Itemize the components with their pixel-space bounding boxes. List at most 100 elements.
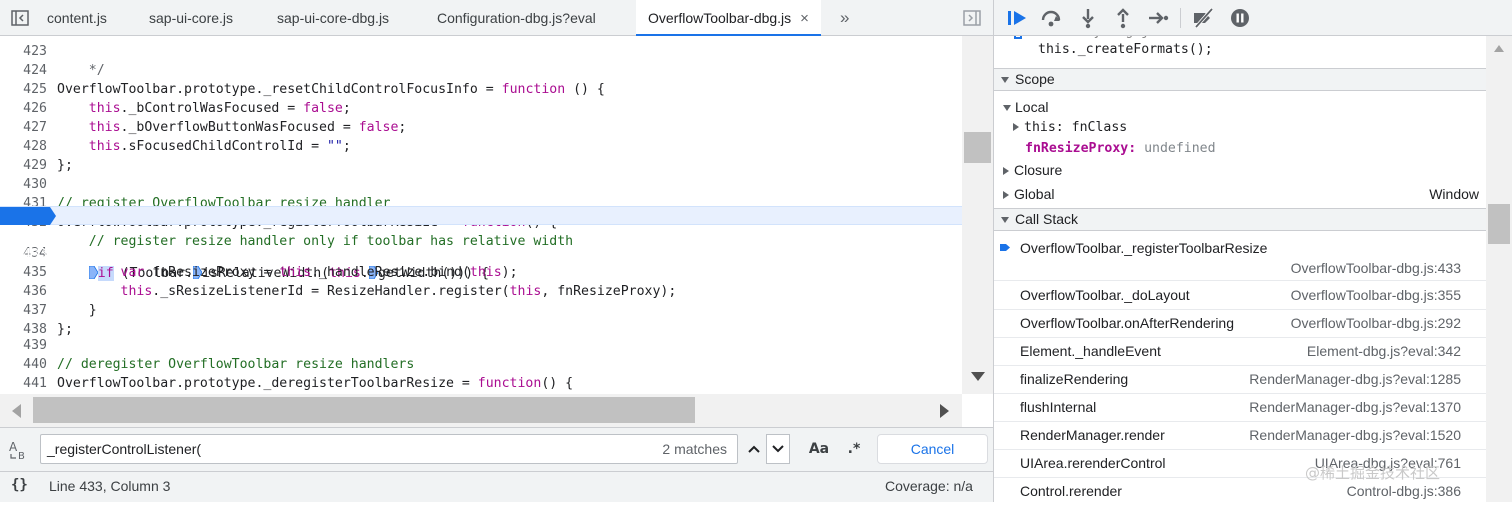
code-line: 428 };: [0, 118, 962, 173]
code-line: 430 // register OverflowToolbar resize h…: [0, 156, 962, 211]
tab-content-js[interactable]: content.js: [47, 0, 107, 35]
scope-title: Local: [1015, 99, 1049, 115]
code-line: 426 this._bOverflowButtonWasFocused = fa…: [0, 80, 962, 135]
scope-global[interactable]: Global Window: [1003, 184, 1479, 204]
resume-icon[interactable]: [1006, 7, 1028, 29]
callstack-frame[interactable]: OverflowToolbar._doLayout OverflowToolbar…: [994, 282, 1486, 310]
scroll-right-icon[interactable]: [940, 404, 950, 418]
source-tab-bar: content.js sap-ui-core.js sap-ui-core-db…: [0, 0, 993, 36]
line-number: 433: [23, 247, 47, 262]
property-name: this:: [1024, 120, 1064, 135]
chevron-down-icon: [772, 445, 784, 453]
section-title: Call Stack: [1015, 211, 1079, 227]
toggle-debugger-icon[interactable]: [962, 8, 982, 28]
editor-horizontal-scrollbar[interactable]: [0, 394, 962, 427]
regex-button[interactable]: .*: [841, 434, 867, 464]
code-editor[interactable]: 423 */ 424 OverflowToolbar.prototype._re…: [0, 36, 962, 394]
frame-location: RenderManager-dbg.js?eval:1285: [1249, 371, 1461, 387]
svg-text:A: A: [9, 440, 18, 454]
code-line: 439 // deregister OverflowToolbar resize…: [0, 317, 962, 372]
pause-on-exceptions-icon[interactable]: [1229, 7, 1251, 29]
property-value: fnClass: [1071, 120, 1128, 135]
code-line: 429: [0, 137, 962, 173]
cursor-position: Line 433, Column 3: [49, 478, 171, 494]
property-value: undefined: [1144, 141, 1216, 156]
property-name: fnResizeProxy:: [1025, 141, 1137, 156]
scope-local[interactable]: Local: [1003, 97, 1048, 117]
search-match-count: 2 matches: [662, 441, 727, 457]
frame-name: OverflowToolbar._doLayout: [1020, 287, 1190, 303]
scope-section-header[interactable]: Scope: [994, 68, 1486, 91]
toggle-navigator-icon[interactable]: [10, 8, 30, 28]
code-line: 441 if (this._sResizeListenerId) {: [0, 355, 962, 391]
breakpoint-marker-icon[interactable]: [0, 207, 57, 225]
watch-snippet: Currency-dbg.js?eval: this._createFormat…: [994, 36, 1486, 67]
frame-name: flushInternal: [1020, 399, 1097, 415]
code-line: 424 OverflowToolbar.prototype._resetChil…: [0, 42, 962, 97]
frame-location: Element-dbg.js?eval:342: [1306, 343, 1461, 359]
step-icon[interactable]: [1147, 7, 1169, 29]
scroll-up-icon[interactable]: [1494, 44, 1504, 52]
coverage-status[interactable]: Coverage: n/a: [885, 478, 973, 494]
tab-label: OverflowToolbar-dbg.js: [648, 10, 792, 26]
code-line: 440 OverflowToolbar.prototype._deregiste…: [0, 336, 962, 391]
chevron-up-icon: [748, 445, 760, 453]
frame-location: OverflowToolbar-dbg.js:292: [1290, 315, 1461, 331]
scope-title: Closure: [1014, 162, 1063, 178]
frame-location: RenderManager-dbg.js?eval:1520: [1249, 427, 1461, 443]
tab-sap-ui-core-js[interactable]: sap-ui-core.js: [149, 0, 233, 35]
step-into-icon[interactable]: [1077, 7, 1099, 29]
cancel-button[interactable]: Cancel: [877, 434, 988, 464]
scope-closure[interactable]: Closure: [1003, 160, 1062, 180]
deactivate-breakpoints-icon[interactable]: [1192, 7, 1214, 29]
scope-title: Global: [1014, 186, 1055, 202]
source-editor-pane: content.js sap-ui-core.js sap-ui-core-db…: [0, 0, 993, 502]
scope-this[interactable]: this: fnClass: [1013, 118, 1127, 138]
code-line: 425 this._bControlWasFocused = false;: [0, 61, 962, 116]
callstack-frame[interactable]: flushInternal RenderManager-dbg.js?eval:1…: [994, 394, 1486, 422]
current-frame-arrow-icon: [1000, 244, 1010, 251]
frame-location: OverflowToolbar-dbg.js:433: [1290, 260, 1461, 276]
clipped-text: Currency-dbg.js?eval:: [1038, 36, 1205, 39]
search-input[interactable]: _registerControlListener( 2 matches: [40, 434, 738, 464]
replace-toggle-icon[interactable]: A B: [8, 439, 30, 461]
callstack-frame[interactable]: Element._handleEvent Element-dbg.js?eval:…: [994, 338, 1486, 366]
scroll-down-icon[interactable]: [971, 372, 985, 382]
tab-overflowtoolbar-dbg-js[interactable]: OverflowToolbar-dbg.js ×: [636, 0, 821, 36]
match-case-button[interactable]: Aa: [806, 434, 832, 464]
scrollbar-thumb[interactable]: [964, 132, 991, 163]
debugger-vertical-scrollbar[interactable]: [1486, 36, 1512, 502]
search-query: _registerControlListener(: [47, 441, 202, 457]
frame-marker-icon: [1014, 36, 1022, 39]
callstack-section-header[interactable]: Call Stack: [994, 208, 1486, 231]
frame-location: OverflowToolbar-dbg.js:355: [1290, 287, 1461, 303]
scrollbar-thumb[interactable]: [33, 397, 695, 423]
scrollbar-thumb[interactable]: [1488, 204, 1510, 244]
next-match-button[interactable]: [766, 434, 790, 464]
tab-sap-ui-core-dbg-js[interactable]: sap-ui-core-dbg.js: [277, 0, 389, 35]
frame-name: Element._handleEvent: [1020, 343, 1161, 359]
scroll-left-icon[interactable]: [11, 404, 21, 418]
editor-vertical-scrollbar[interactable]: [962, 36, 993, 394]
tab-configuration-dbg-js[interactable]: Configuration-dbg.js?eval: [437, 0, 596, 35]
frame-name: finalizeRendering: [1020, 371, 1129, 387]
svg-text:B: B: [18, 451, 25, 461]
close-tab-icon[interactable]: ×: [800, 10, 809, 27]
pretty-print-button[interactable]: {}: [11, 477, 28, 493]
scope-fnresizeproxy[interactable]: fnResizeProxy: undefined: [1025, 139, 1216, 159]
step-out-icon[interactable]: [1112, 7, 1134, 29]
previous-match-button[interactable]: [743, 434, 765, 464]
expand-triangle-icon: [1001, 216, 1009, 223]
callstack-frame-current[interactable]: OverflowToolbar._registerToolbarResize O…: [994, 232, 1486, 281]
code-snippet: this._createFormats();: [1038, 42, 1213, 57]
callstack-frame[interactable]: RenderManager.render RenderManager-dbg.js…: [994, 422, 1486, 450]
callstack-frame[interactable]: finalizeRendering RenderManager-dbg.js?ev…: [994, 366, 1486, 394]
debugger-toolbar: [994, 0, 1512, 36]
current-execution-line[interactable]: 433 if (Toolbar. isRelativeWidth(this. get…: [0, 206, 962, 281]
code-line: 427 this.sFocusedChildControlId = "";: [0, 99, 962, 154]
step-over-icon[interactable]: [1040, 7, 1062, 29]
collapse-triangle-icon: [1003, 166, 1009, 175]
search-bar: A B _registerControlListener( 2 matches …: [0, 427, 993, 471]
more-tabs-icon[interactable]: »: [840, 0, 849, 35]
callstack-frame[interactable]: OverflowToolbar.onAfterRendering Overflow…: [994, 310, 1486, 338]
